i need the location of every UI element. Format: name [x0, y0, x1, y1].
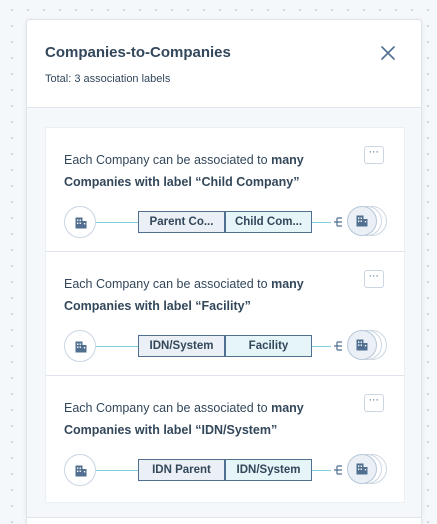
- association-label-list: Each Company can be associated to many C…: [45, 127, 405, 503]
- source-company-node: [64, 454, 96, 486]
- more-options-button[interactable]: ⋯: [364, 394, 384, 412]
- association-description: Each Company can be associated to many C…: [64, 397, 336, 441]
- connector-line: [96, 346, 138, 347]
- panel-header: Companies-to-Companies Total: 3 associat…: [27, 20, 421, 108]
- child-label-box: IDN/System: [225, 459, 312, 481]
- stack-circle: [347, 206, 377, 236]
- association-diagram: Parent Co... Child Com...: [64, 206, 394, 240]
- description-prefix: Each Company can be associated to: [64, 401, 272, 415]
- association-count: Total: 3 association labels: [45, 73, 171, 85]
- more-options-icon: ⋯: [368, 271, 380, 282]
- association-diagram: IDN Parent IDN/System: [64, 454, 394, 488]
- child-label-box: Child Com...: [225, 211, 312, 233]
- crow-foot-icon: [331, 463, 345, 477]
- company-building-icon: [356, 215, 368, 227]
- company-building-icon: [356, 463, 368, 475]
- more-options-button[interactable]: ⋯: [364, 270, 384, 288]
- association-card: Each Company can be associated to many C…: [46, 252, 404, 376]
- panel-title: Companies-to-Companies: [45, 44, 231, 61]
- child-label-box: Facility: [225, 335, 312, 357]
- association-diagram: IDN/System Facility: [64, 330, 394, 364]
- company-building-icon: [75, 465, 87, 477]
- more-options-icon: ⋯: [368, 147, 380, 158]
- association-description: Each Company can be associated to many C…: [64, 149, 336, 193]
- association-panel: Companies-to-Companies Total: 3 associat…: [26, 19, 422, 524]
- connector-line: [96, 470, 138, 471]
- company-building-icon: [356, 339, 368, 351]
- target-companies-stack: [347, 206, 387, 238]
- target-companies-stack: [347, 330, 387, 362]
- more-options-icon: ⋯: [368, 395, 380, 406]
- association-card: Each Company can be associated to many C…: [46, 376, 404, 500]
- association-description: Each Company can be associated to many C…: [64, 273, 336, 317]
- target-companies-stack: [347, 454, 387, 486]
- company-building-icon: [75, 217, 87, 229]
- description-prefix: Each Company can be associated to: [64, 277, 272, 291]
- close-button[interactable]: [377, 42, 399, 64]
- more-options-button[interactable]: ⋯: [364, 146, 384, 164]
- connector-line: [96, 222, 138, 223]
- parent-label-box: IDN/System: [138, 335, 225, 357]
- crow-foot-icon: [331, 339, 345, 353]
- crow-foot-icon: [331, 215, 345, 229]
- parent-label-box: Parent Co...: [138, 211, 225, 233]
- stack-circle: [347, 330, 377, 360]
- source-company-node: [64, 206, 96, 238]
- parent-label-box: IDN Parent: [138, 459, 225, 481]
- description-prefix: Each Company can be associated to: [64, 153, 272, 167]
- company-building-icon: [75, 341, 87, 353]
- panel-footer: [27, 517, 421, 524]
- source-company-node: [64, 330, 96, 362]
- close-icon: [381, 46, 395, 60]
- association-card: Each Company can be associated to many C…: [46, 128, 404, 252]
- stack-circle: [347, 454, 377, 484]
